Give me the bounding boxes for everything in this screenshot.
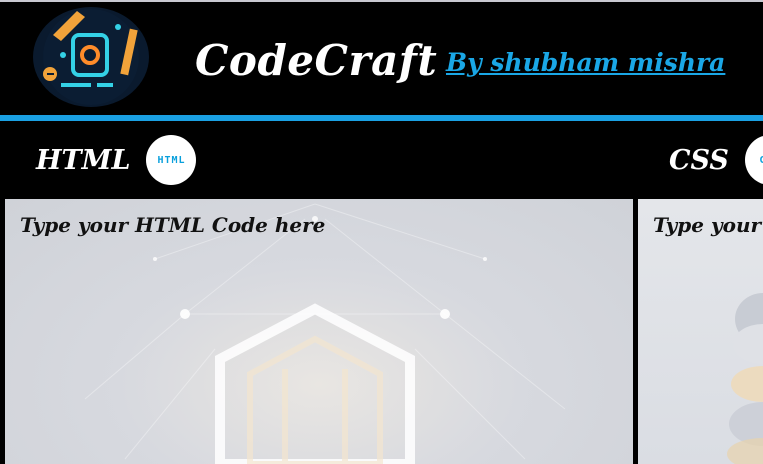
html-editor[interactable]: Type your HTML Code here (5, 199, 633, 464)
css-panel-label: CSS (669, 144, 729, 176)
css-icon: CSS (744, 135, 763, 185)
app-header: CodeCraft By shubham mishra (0, 4, 763, 116)
css-editor-placeholder: Type your (653, 213, 762, 237)
css-editor[interactable]: Type your (638, 199, 763, 464)
html-editor-background-icon (84, 203, 566, 464)
app-title: CodeCraft (195, 36, 438, 85)
html-icon: HTML (146, 135, 197, 185)
codecraft-logo-icon (33, 7, 149, 107)
html-panel-header: HTML HTML (36, 121, 197, 199)
author-link[interactable]: By shubham mishra (446, 48, 725, 77)
html-editor-placeholder: Type your HTML Code here (20, 213, 326, 237)
css-panel-header: CSS CSS (669, 121, 763, 199)
html-panel-label: HTML (36, 144, 131, 176)
css-editor-background-icon (727, 293, 763, 464)
